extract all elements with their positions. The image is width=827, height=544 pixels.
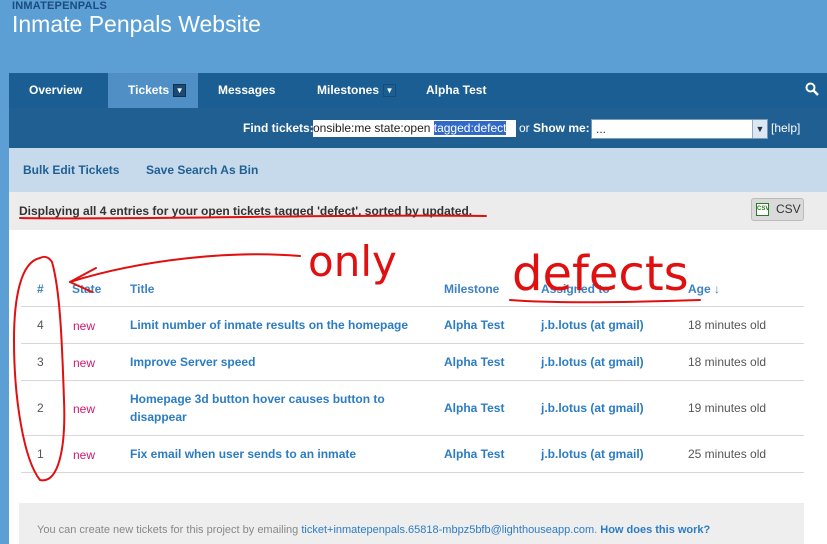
col-header-assigned[interactable]: Assigned to	[541, 282, 610, 296]
col-header-state[interactable]: State	[72, 282, 101, 296]
assignee-link[interactable]: j.b.lotus (at gmail)	[541, 447, 644, 461]
ticket-number: 2	[37, 401, 44, 415]
tab-milestones[interactable]: Milestones ▼	[317, 73, 397, 108]
footer-text: You can create new tickets for this proj…	[37, 524, 710, 536]
find-tickets-bar: Find tickets: onsible:me state:open tagg…	[9, 108, 827, 148]
find-tickets-input[interactable]: onsible:me state:open tagged:defect	[313, 120, 516, 137]
tab-overview[interactable]: Overview	[29, 73, 82, 108]
tab-messages-label: Messages	[218, 83, 276, 97]
help-link[interactable]: [help]	[771, 121, 800, 135]
find-tickets-label: Find tickets:	[243, 121, 314, 135]
email-link[interactable]: ticket+inmatepenpals.65818-mbpz5bfb@ligh…	[301, 524, 594, 536]
assignee-link[interactable]: j.b.lotus (at gmail)	[541, 355, 644, 369]
show-me-value: ...	[596, 122, 607, 136]
ticket-state: new	[73, 319, 96, 333]
milestone-link[interactable]: Alpha Test	[444, 401, 504, 415]
action-bar: Bulk Edit Tickets Save Search As Bin	[9, 148, 827, 192]
table-row[interactable]: 1 new Fix email when user sends to an in…	[21, 436, 804, 472]
ticket-state: new	[73, 448, 96, 462]
table-row[interactable]: 4 new Limit number of inmate results on …	[21, 307, 804, 343]
tab-alpha-test[interactable]: Alpha Test	[426, 73, 486, 108]
milestone-link[interactable]: Alpha Test	[444, 447, 504, 461]
ticket-number: 3	[37, 355, 44, 369]
chevron-down-icon[interactable]: ▼	[752, 120, 767, 138]
milestone-link[interactable]: Alpha Test	[444, 318, 504, 332]
tab-overview-label: Overview	[29, 83, 83, 97]
ticket-title-link-line2[interactable]: disappear	[130, 410, 187, 424]
or-label: or	[519, 121, 530, 135]
main-panel: Overview Tickets ▼ Messages Milestones ▼ A…	[9, 73, 827, 544]
col-header-title[interactable]: Title	[130, 282, 154, 296]
ticket-number: 4	[37, 318, 44, 332]
chevron-down-icon[interactable]: ▼	[173, 84, 187, 98]
bulk-edit-button[interactable]: Bulk Edit Tickets	[23, 163, 119, 177]
tab-tickets-label: Tickets	[128, 83, 170, 97]
ticket-title-link[interactable]: Improve Server speed	[130, 355, 255, 369]
ticket-title-link[interactable]: Limit number of inmate results on the ho…	[130, 318, 408, 332]
tab-milestones-label: Milestones	[317, 83, 380, 97]
ticket-age: 19 minutes old	[688, 401, 767, 415]
query-text: onsible:me state:open	[313, 121, 434, 135]
results-summary: Displaying all 4 entries for your open t…	[9, 192, 827, 230]
project-title[interactable]: Inmate Penpals Website	[12, 11, 261, 38]
ticket-age: 18 minutes old	[688, 355, 767, 369]
csv-label: CSV	[776, 202, 801, 216]
show-me-select[interactable]: ... ▼	[591, 119, 768, 139]
ticket-title-link[interactable]: Homepage 3d button hover causes button t…	[130, 392, 385, 406]
ticket-state: new	[73, 356, 96, 370]
chevron-down-icon[interactable]: ▼	[383, 84, 397, 98]
assignee-link[interactable]: j.b.lotus (at gmail)	[541, 318, 644, 332]
ticket-title-link[interactable]: Fix email when user sends to an inmate	[130, 447, 356, 461]
ticket-number: 1	[37, 447, 44, 461]
tab-tickets[interactable]: Tickets ▼	[108, 73, 198, 108]
footer-lead: You can create new tickets for this proj…	[37, 524, 302, 536]
ticket-state: new	[73, 402, 96, 416]
table-row[interactable]: 3 new Improve Server speed Alpha Test j.…	[21, 344, 804, 380]
query-selected-text: tagged:defect	[433, 121, 507, 135]
tab-messages[interactable]: Messages	[218, 73, 275, 108]
nav-bar: Overview Tickets ▼ Messages Milestones ▼ A…	[9, 73, 827, 108]
site-header: INMATEPENPALS Inmate Penpals Website	[0, 0, 827, 72]
search-icon[interactable]	[805, 82, 819, 96]
save-search-button[interactable]: Save Search As Bin	[146, 163, 258, 177]
row-divider	[21, 472, 804, 473]
show-me-label: Show me:	[533, 121, 590, 135]
col-header-number[interactable]: #	[37, 282, 44, 296]
ticket-age: 25 minutes old	[688, 447, 767, 461]
col-header-milestone[interactable]: Milestone	[444, 282, 499, 296]
milestone-link[interactable]: Alpha Test	[444, 355, 504, 369]
table-row[interactable]: 2 new Homepage 3d button hover causes bu…	[21, 381, 804, 435]
csv-icon: CSV	[756, 203, 769, 216]
summary-text: Displaying all 4 entries for your open t…	[19, 204, 473, 218]
csv-button[interactable]: CSV CSV	[751, 198, 804, 221]
how-it-works-link[interactable]: How does this work?	[600, 524, 710, 536]
assignee-link[interactable]: j.b.lotus (at gmail)	[541, 401, 644, 415]
ticket-age: 18 minutes old	[688, 318, 767, 332]
email-tickets-note: You can create new tickets for this proj…	[19, 503, 804, 544]
col-header-age[interactable]: Age ↓	[688, 282, 720, 296]
tab-alpha-test-label: Alpha Test	[426, 83, 487, 97]
